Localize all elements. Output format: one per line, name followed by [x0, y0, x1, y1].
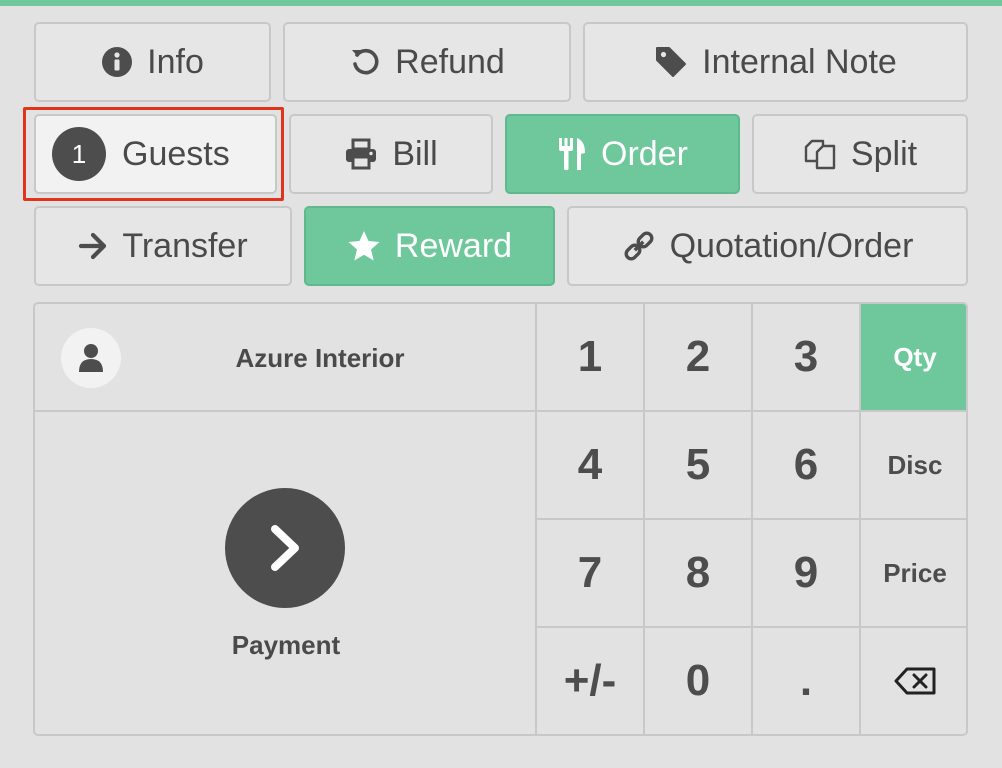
numpad-key-dot[interactable]: . [753, 628, 861, 734]
info-icon [101, 46, 133, 78]
cutlery-icon [557, 137, 587, 171]
internal-note-label: Internal Note [702, 42, 897, 81]
price-mode-button[interactable]: Price [861, 520, 966, 628]
undo-icon [349, 46, 381, 78]
refund-button[interactable]: Refund [283, 22, 571, 102]
qty-mode-button[interactable]: Qty [861, 304, 966, 412]
bill-label: Bill [392, 134, 438, 173]
backspace-icon [894, 656, 936, 706]
numpad-key-1[interactable]: 1 [537, 304, 645, 412]
payment-label: Payment [231, 630, 341, 660]
copy-icon [803, 137, 837, 171]
transfer-label: Transfer [122, 226, 248, 265]
numpad-key-8[interactable]: 8 [645, 520, 753, 628]
customer-button[interactable]: Azure Interior [35, 304, 537, 412]
reward-button[interactable]: Reward [304, 206, 555, 286]
order-label: Order [601, 134, 688, 173]
transfer-button[interactable]: Transfer [34, 206, 292, 286]
reward-label: Reward [394, 226, 513, 265]
numpad-key-plus-minus[interactable]: +/- [537, 628, 645, 734]
refund-label: Refund [395, 42, 505, 81]
info-label: Info [147, 42, 204, 81]
numpad-key-6[interactable]: 6 [753, 412, 861, 520]
numpad-key-0[interactable]: 0 [645, 628, 753, 734]
bill-button[interactable]: Bill [289, 114, 493, 194]
order-button[interactable]: Order [505, 114, 740, 194]
numpad-key-9[interactable]: 9 [753, 520, 861, 628]
arrow-right-icon [78, 231, 108, 261]
split-label: Split [850, 134, 918, 173]
tag-icon [654, 45, 688, 79]
numpad-key-4[interactable]: 4 [537, 412, 645, 520]
link-icon [622, 229, 656, 263]
internal-note-button[interactable]: Internal Note [583, 22, 968, 102]
info-button[interactable]: Info [34, 22, 271, 102]
star-icon [347, 230, 381, 262]
numpad-key-2[interactable]: 2 [645, 304, 753, 412]
split-button[interactable]: Split [752, 114, 968, 194]
numpad-panel: Azure Interior Payment 1 2 3 Qty 4 5 6 D… [33, 302, 968, 736]
user-icon [61, 328, 121, 388]
chevron-right-icon [225, 488, 345, 608]
numpad-key-5[interactable]: 5 [645, 412, 753, 520]
numpad-key-7[interactable]: 7 [537, 520, 645, 628]
numpad-key-3[interactable]: 3 [753, 304, 861, 412]
guest-count-badge: 1 [52, 127, 106, 181]
guests-label: Guests [122, 134, 230, 173]
quotation-order-label: Quotation/Order [669, 226, 914, 265]
guests-button[interactable]: 1 Guests [34, 114, 277, 194]
disc-mode-button[interactable]: Disc [861, 412, 966, 520]
backspace-button[interactable] [861, 628, 966, 734]
payment-button[interactable]: Payment [35, 412, 537, 734]
customer-name: Azure Interior [235, 342, 405, 373]
top-accent-bar [0, 0, 1002, 6]
quotation-order-button[interactable]: Quotation/Order [567, 206, 968, 286]
printer-icon [344, 138, 378, 170]
